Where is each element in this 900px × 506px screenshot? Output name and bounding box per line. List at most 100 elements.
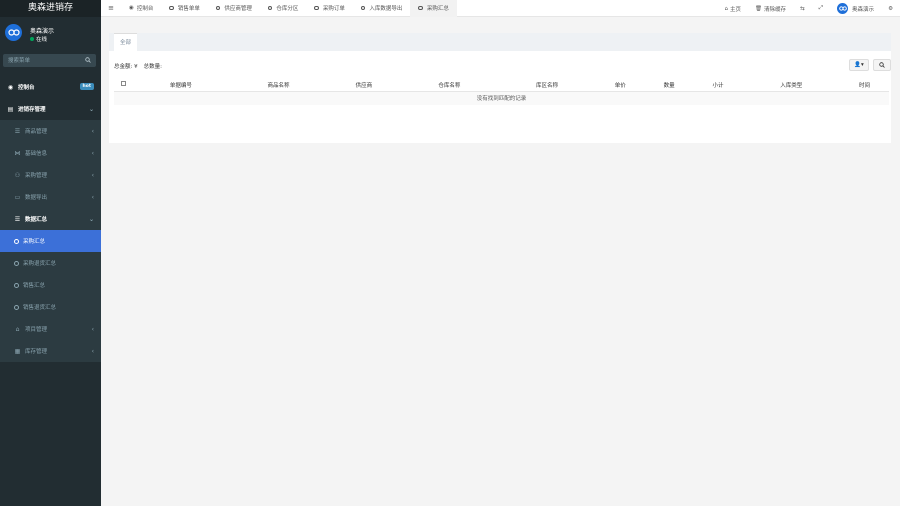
home-link[interactable]: ⌂ 主页 xyxy=(718,5,749,13)
total-amount-label: 总金额: xyxy=(114,64,133,70)
circle-icon xyxy=(360,5,366,11)
sidebar-item-basic-info[interactable]: ⋈ 基础信息 ‹ xyxy=(0,142,101,164)
circle-icon xyxy=(215,5,221,11)
sidebar-item-purchase-summary[interactable]: 采购汇总 xyxy=(0,230,101,252)
sidebar-item-data-export[interactable]: ▭ 数据导出 ‹ xyxy=(0,186,101,208)
file-icon: ▤ xyxy=(7,105,14,113)
menu-search-input[interactable] xyxy=(3,54,83,67)
clear-cache-button[interactable]: 🗑 清除缓存 xyxy=(748,5,793,13)
sidebar-item-label: 销售退货汇总 xyxy=(23,305,57,311)
sidebar-item-sales-summary[interactable]: 销售汇总 xyxy=(0,274,101,296)
circle-icon xyxy=(14,304,19,310)
summary-table: 单据编号 商品名称 供应商 仓库名称 库区名称 单价 数量 小计 入库类型 时间… xyxy=(114,79,889,105)
circle-icon xyxy=(267,5,273,11)
group-icon: ⚇ xyxy=(14,171,21,179)
circle-icon xyxy=(314,5,319,11)
col-header[interactable]: 库区名称 xyxy=(498,79,596,92)
language-icon[interactable]: ⇆ xyxy=(793,6,812,12)
sidebar-item-project-management[interactable]: ⌂ 项目管理 ‹ xyxy=(0,318,101,340)
sidebar-item-label: 采购汇总 xyxy=(23,239,46,245)
menu-toggle-icon[interactable]: ≡ xyxy=(101,4,121,12)
sidebar-item-stock-management[interactable]: ▦ 库存管理 ‹ xyxy=(0,340,101,362)
sidebar-item-label: 采购管理 xyxy=(25,173,48,179)
sidebar-item-label: 采购退货汇总 xyxy=(23,261,57,267)
total-qty-label: 总数量: xyxy=(143,64,162,70)
col-header[interactable]: 单价 xyxy=(595,79,645,92)
tab-inbound-export[interactable]: 入库数据导出 xyxy=(353,0,411,17)
tab-dashboard[interactable]: ◉ 控制台 xyxy=(121,0,161,17)
avatar xyxy=(837,3,849,14)
sidebar-item-dashboard[interactable]: ◉ 控制台 hot xyxy=(0,76,101,98)
chevron-left-icon: ‹ xyxy=(91,325,94,333)
clear-cache-label: 清除缓存 xyxy=(764,6,787,13)
tab-label: 入库数据导出 xyxy=(369,6,403,12)
panel-tabs: 全部 xyxy=(109,33,891,51)
menu-search xyxy=(3,54,96,67)
col-header[interactable]: 小计 xyxy=(693,79,743,92)
chevron-down-icon: ⌄ xyxy=(88,215,94,223)
sidebar-item-label: 销售汇总 xyxy=(23,283,46,289)
navbar-right: ⌂ 主页 🗑 清除缓存 ⇆ ⤢ 奥森演示 ⚙ xyxy=(718,0,900,17)
tab-purchase-order[interactable]: 采购订单 xyxy=(306,0,353,17)
sidebar-item-product-management[interactable]: ☰ 商品管理 ‹ xyxy=(0,120,101,142)
tab-label: 采购订单 xyxy=(322,6,345,12)
chevron-left-icon: ‹ xyxy=(91,193,94,201)
summary-bar: 总金额: ¥ 总数量: xyxy=(114,62,162,70)
total-amount-value: ¥ xyxy=(134,64,138,70)
sidebar-item-label: 进销存管理 xyxy=(18,107,46,113)
sidebar-item-inventory-management[interactable]: ▤ 进销存管理 ⌄ xyxy=(0,98,101,120)
columns-dropdown-button[interactable]: 👤▾ xyxy=(849,59,869,71)
search-button[interactable] xyxy=(873,59,891,71)
col-header[interactable]: 供应商 xyxy=(327,79,401,92)
trash-icon: 🗑 xyxy=(755,5,763,12)
infinity-logo-icon xyxy=(838,6,847,11)
sidebar-item-purchase-return-summary[interactable]: 采购退货汇总 xyxy=(0,252,101,274)
tab-supplier-management[interactable]: 供应商管理 xyxy=(208,0,260,17)
col-header[interactable]: 时间 xyxy=(840,79,889,92)
circle-icon xyxy=(14,238,19,244)
tab-sales-order[interactable]: 销售单单 xyxy=(161,0,208,17)
sidebar-item-label: 项目管理 xyxy=(25,327,48,333)
hot-badge: hot xyxy=(79,83,94,90)
data-panel: 全部 总金额: ¥ 总数量: 👤▾ 单据编号 商品名称 供应商 仓库名称 库区名… xyxy=(109,33,891,143)
tab-label: 仓库分区 xyxy=(276,6,299,12)
user-menu[interactable]: 奥森演示 xyxy=(830,3,881,14)
username: 奥森演示 xyxy=(852,6,875,13)
col-header[interactable]: 入库类型 xyxy=(742,79,841,92)
col-header[interactable]: 商品名称 xyxy=(229,79,328,92)
select-all-checkbox[interactable] xyxy=(120,81,126,87)
col-header[interactable]: 单据编号 xyxy=(132,79,230,92)
sidebar-item-sales-return-summary[interactable]: 销售退货汇总 xyxy=(0,296,101,318)
dashboard-icon: ◉ xyxy=(129,5,134,11)
table-header-row: 单据编号 商品名称 供应商 仓库名称 库区名称 单价 数量 小计 入库类型 时间 xyxy=(114,79,889,92)
col-header[interactable]: 仓库名称 xyxy=(400,79,499,92)
chevron-left-icon: ‹ xyxy=(91,171,94,179)
search-icon[interactable] xyxy=(85,57,91,63)
chevron-left-icon: ‹ xyxy=(91,149,94,157)
circle-icon xyxy=(14,282,19,288)
sidebar-item-label: 基础信息 xyxy=(25,151,48,157)
dashboard-icon: ◉ xyxy=(7,83,14,91)
user-status: 在线 xyxy=(30,35,47,43)
tab-all[interactable]: 全部 xyxy=(114,33,138,51)
list-icon: ☰ xyxy=(14,127,21,135)
table-row: 没有找到匹配的记录 xyxy=(114,91,889,105)
sidebar-item-data-summary[interactable]: ☰ 数据汇总 ⌄ xyxy=(0,208,101,230)
user-name: 奥森演示 xyxy=(30,28,55,35)
sidebar-item-label: 数据导出 xyxy=(25,195,48,201)
folder-icon: ▭ xyxy=(14,193,21,201)
sidebar-menu: ◉ 控制台 hot ▤ 进销存管理 ⌄ ☰ 商品管理 ‹ ⋈ 基础信息 ‹ ⚇ … xyxy=(0,76,101,362)
bank-icon: ⌂ xyxy=(15,325,20,333)
chevron-down-icon: ⌄ xyxy=(88,105,94,113)
tab-purchase-summary[interactable]: 采购汇总 xyxy=(410,0,457,17)
user-status-text: 在线 xyxy=(36,37,48,43)
main-content: 全部 总金额: ¥ 总数量: 👤▾ 单据编号 商品名称 供应商 仓库名称 库区名… xyxy=(101,17,900,506)
chevron-left-icon: ‹ xyxy=(91,127,94,135)
sidebar-item-purchase-management[interactable]: ⚇ 采购管理 ‹ xyxy=(0,164,101,186)
app-logo[interactable]: 奥森进销存 xyxy=(0,0,101,17)
fullscreen-icon[interactable]: ⤢ xyxy=(812,5,830,12)
user-panel: 奥森演示 在线 xyxy=(0,17,101,48)
col-header[interactable]: 数量 xyxy=(644,79,694,92)
tab-warehouse-zone[interactable]: 仓库分区 xyxy=(260,0,307,17)
settings-icon[interactable]: ⚙ xyxy=(881,6,900,12)
